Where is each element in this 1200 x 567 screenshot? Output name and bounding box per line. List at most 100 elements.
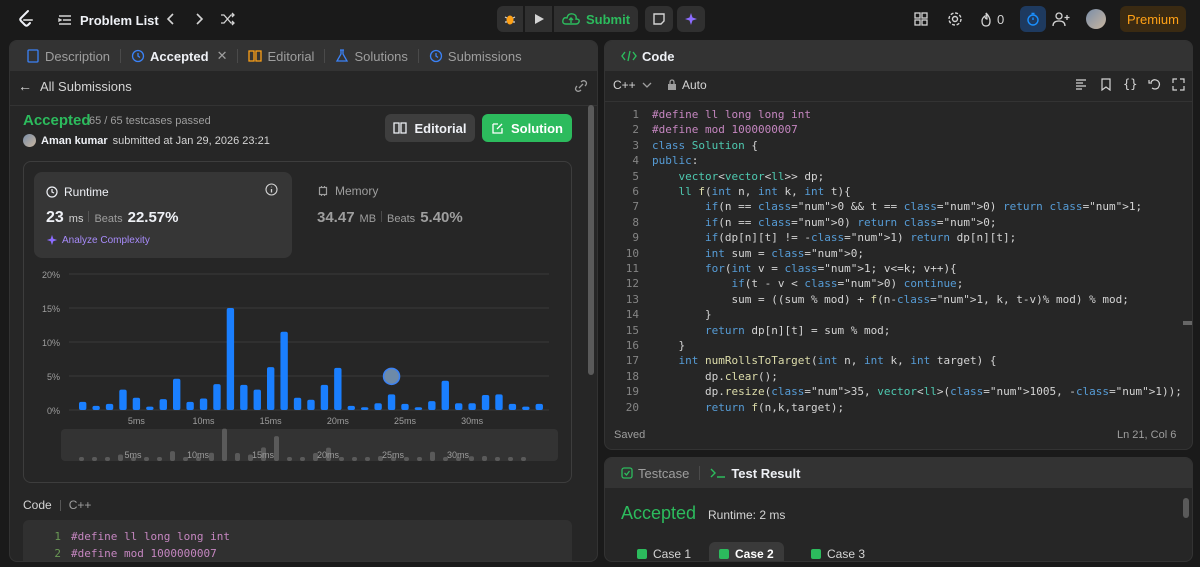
chart-bar xyxy=(79,401,87,410)
terminal-icon xyxy=(710,468,726,478)
fullscreen-icon[interactable] xyxy=(1172,78,1185,91)
shuffle-icon[interactable] xyxy=(220,12,236,26)
chart-bar xyxy=(508,403,517,410)
tab-separator xyxy=(417,49,419,63)
y-tick-label: 20% xyxy=(42,270,60,280)
author-name[interactable]: Aman kumar xyxy=(41,135,108,147)
layout-icon[interactable] xyxy=(914,12,928,26)
runtime-card[interactable]: Runtime 23 ms Beats 22.57% Analyze Compl… xyxy=(34,172,292,258)
code-preview: 1 #define ll long long int 2 #define mod… xyxy=(23,520,572,561)
y-tick-label: 10% xyxy=(42,338,60,348)
analyze-complexity-link[interactable]: Analyze Complexity xyxy=(46,234,150,246)
tab-testcase[interactable]: Testcase xyxy=(615,458,695,488)
overview-bar xyxy=(287,457,292,461)
gear-icon[interactable] xyxy=(947,11,963,27)
line-number: 4 xyxy=(632,154,639,168)
code-line[interactable]: int numRollsToTarget(int n, int k, int t… xyxy=(652,354,997,367)
language-select[interactable]: C++ xyxy=(613,78,652,92)
chart-bar xyxy=(119,389,127,410)
code-line[interactable]: if(dp[n][t] != -class="num">1) return dp… xyxy=(652,231,1016,244)
avatar[interactable] xyxy=(1086,9,1106,29)
code-line[interactable]: return dp[n][t] = sum % mod; xyxy=(652,324,890,337)
chart-bar xyxy=(226,308,235,410)
streak-counter[interactable]: 0 xyxy=(980,10,1004,28)
code-line[interactable]: int sum = class="num">0; xyxy=(652,247,864,260)
line-number: 7 xyxy=(632,200,639,214)
y-tick-label: 15% xyxy=(42,304,60,314)
line-number: 2 xyxy=(54,547,61,560)
info-icon[interactable] xyxy=(265,183,278,196)
tab-test-result[interactable]: Test Result xyxy=(704,458,806,488)
memory-value-row: 34.47 MB Beats 5.40% xyxy=(317,209,463,226)
scrollbar-thumb[interactable] xyxy=(588,105,594,375)
debug-button[interactable] xyxy=(497,6,523,32)
code-line[interactable]: ll f(int n, int k, int t){ xyxy=(652,185,851,198)
case-3-tab[interactable]: Case 3 xyxy=(801,542,875,561)
check-icon xyxy=(719,549,729,559)
x-tick-label: 10ms xyxy=(193,416,216,426)
tab-code[interactable]: Code xyxy=(615,41,681,71)
tab-submissions[interactable]: Submissions xyxy=(423,41,528,71)
chart-bar xyxy=(320,384,329,410)
arrow-left-icon: ← xyxy=(18,78,32,94)
chart-bar xyxy=(173,378,181,410)
code-line[interactable]: if(t - v < class="num">0) continue; xyxy=(652,277,963,290)
code-line[interactable]: for(int v = class="num">1; v<=k; v++){ xyxy=(652,262,957,275)
close-icon[interactable]: ✕ xyxy=(217,48,228,64)
line-number: 8 xyxy=(632,215,639,229)
scrollbar-thumb[interactable] xyxy=(1183,498,1189,518)
code-line[interactable]: } xyxy=(652,308,712,321)
tab-accepted[interactable]: Accepted ✕ xyxy=(125,41,233,71)
chevron-right-icon[interactable] xyxy=(192,12,206,26)
code-line[interactable]: } xyxy=(652,339,685,352)
code-line[interactable]: #define mod 1000000007 xyxy=(652,123,798,136)
code-line[interactable]: #define ll long long int xyxy=(652,108,811,121)
editorial-button[interactable]: Editorial xyxy=(385,114,475,142)
bookmark-icon[interactable] xyxy=(1101,78,1111,91)
auto-mode-toggle[interactable]: Auto xyxy=(667,78,707,92)
ai-assist-button[interactable] xyxy=(677,6,705,32)
braces-icon[interactable]: {} xyxy=(1123,77,1137,91)
code-line[interactable]: dp.clear(); xyxy=(652,370,778,383)
code-line: #define ll long long int xyxy=(71,530,230,543)
code-line[interactable]: class Solution { xyxy=(652,139,758,152)
separator xyxy=(59,499,61,511)
code-line[interactable]: public: xyxy=(652,154,698,167)
add-user-icon[interactable] xyxy=(1052,11,1070,27)
memory-header[interactable]: Memory xyxy=(317,184,378,198)
code-line[interactable]: return f(n,k,target); xyxy=(652,401,844,414)
submit-button[interactable]: Submit xyxy=(554,6,638,32)
divider xyxy=(605,101,1192,102)
leetcode-logo-icon[interactable] xyxy=(16,9,36,29)
problem-list-button[interactable]: Problem List xyxy=(58,10,159,30)
format-icon[interactable] xyxy=(1075,79,1087,90)
timer-button[interactable] xyxy=(1020,6,1046,32)
chevron-left-icon[interactable] xyxy=(164,12,178,26)
chart-bar xyxy=(374,403,382,410)
link-icon[interactable] xyxy=(573,79,589,93)
reset-icon[interactable] xyxy=(1148,78,1161,91)
tab-editorial[interactable]: Editorial xyxy=(242,41,320,71)
avatar[interactable] xyxy=(23,134,36,147)
code-line[interactable]: if(n == class="num">0) return class="num… xyxy=(652,216,996,229)
tab-description[interactable]: Description xyxy=(20,41,116,71)
overview-bar xyxy=(365,457,370,461)
note-button[interactable] xyxy=(645,6,673,32)
x-tick-label: 15ms xyxy=(260,416,283,426)
chart-bar xyxy=(280,331,288,410)
code-line[interactable]: sum = ((sum % mod) + f(n-class="num">1, … xyxy=(652,293,1128,306)
tab-solutions[interactable]: Solutions xyxy=(329,41,413,71)
case-2-tab[interactable]: Case 2 xyxy=(709,542,784,561)
code-line[interactable]: if(n == class="num">0 && t == class="num… xyxy=(652,200,1142,213)
scrollbar[interactable] xyxy=(588,105,594,555)
code-line[interactable]: vector<vector<ll>> dp; xyxy=(652,170,825,183)
solution-button[interactable]: Solution xyxy=(482,114,572,142)
code-editor[interactable]: 1 #define ll long long int 2 #define mod 10… xyxy=(605,105,1185,415)
chart-bar xyxy=(347,405,355,410)
separator xyxy=(381,211,383,222)
run-button[interactable] xyxy=(525,6,552,32)
premium-button[interactable]: Premium xyxy=(1120,6,1186,32)
case-1-tab[interactable]: Case 1 xyxy=(627,542,701,561)
all-submissions-link[interactable]: ← All Submissions xyxy=(18,78,132,94)
code-line[interactable]: dp.resize(class="num">35, vector<ll>(cla… xyxy=(652,385,1182,398)
